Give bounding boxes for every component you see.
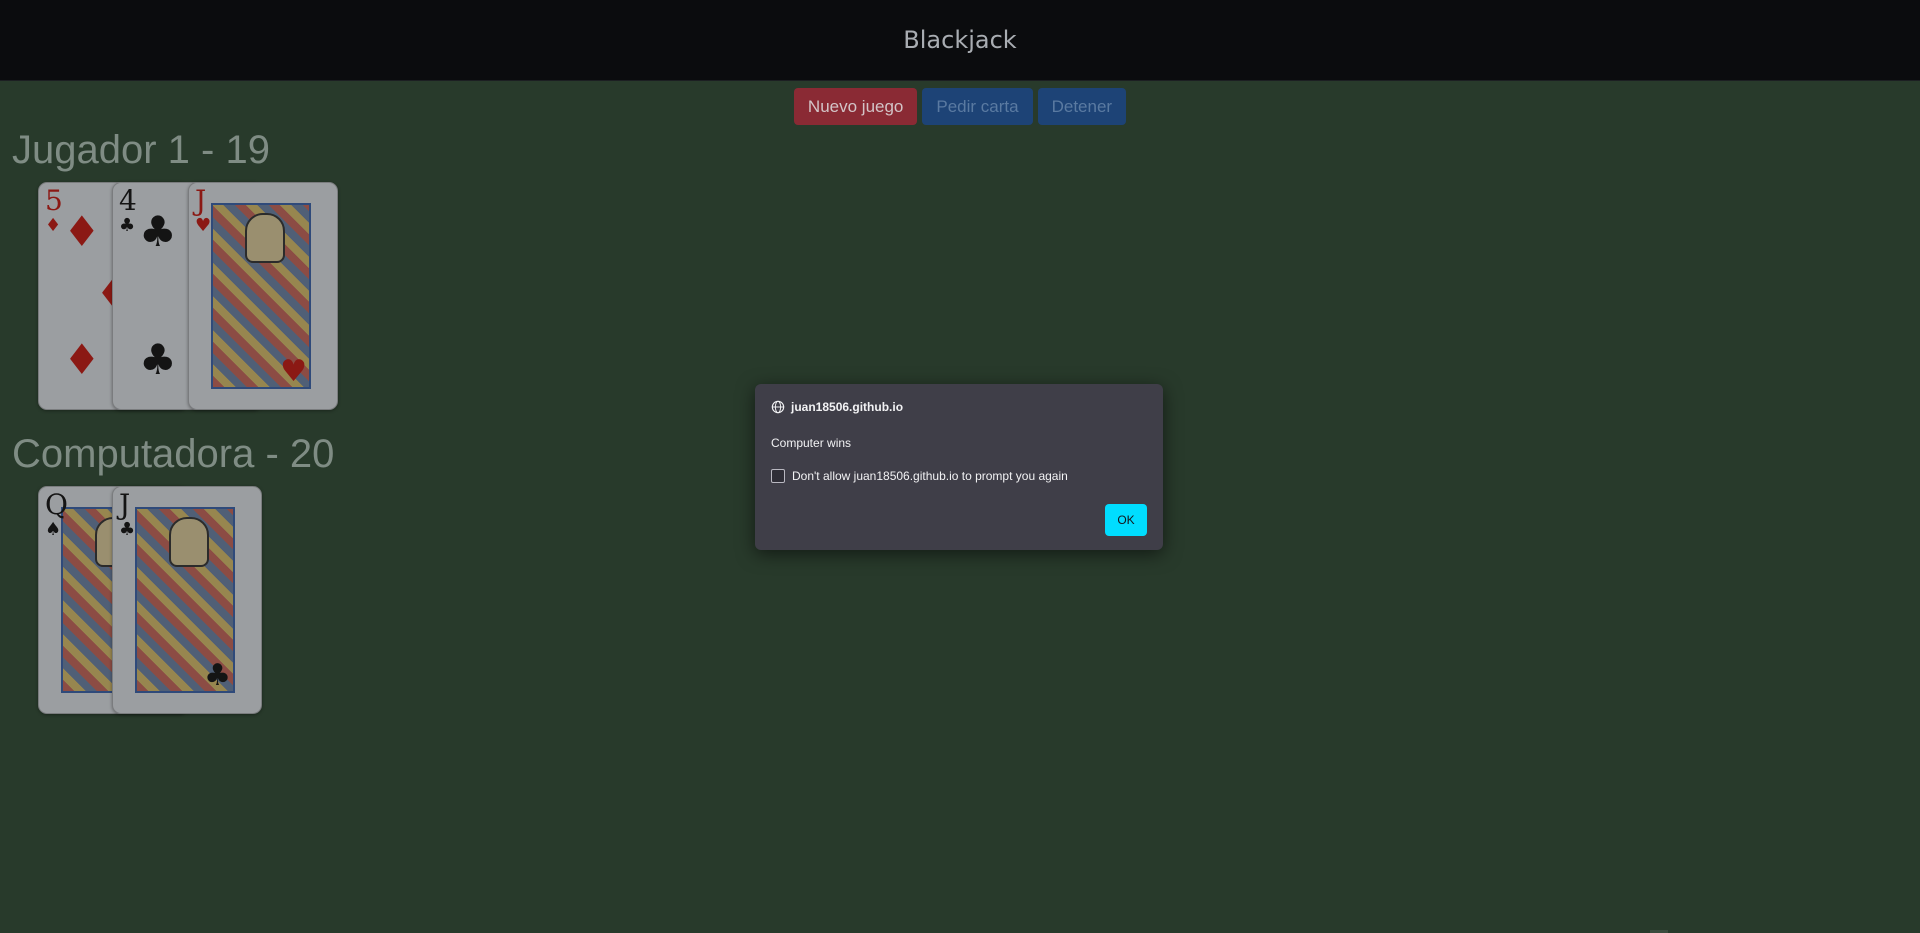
dialog-origin: juan18506.github.io (771, 400, 903, 414)
jack-face-artwork: ♥ (211, 203, 311, 389)
club-pip-icon: ♣ (204, 658, 231, 693)
jack-face-artwork: ♣ (135, 507, 235, 693)
card-rank: J (119, 488, 131, 521)
card-rank: 5 (45, 184, 63, 217)
alert-dialog: juan18506.github.io Computer wins Don't … (755, 384, 1163, 550)
crown-icon (245, 213, 285, 263)
card: ♥ J ♥ (188, 182, 338, 410)
dialog-origin-label: juan18506.github.io (791, 400, 904, 414)
crown-icon (169, 517, 209, 567)
game-controls: Nuevo juego Pedir carta Detener (0, 88, 1920, 125)
stand-button[interactable]: Detener (1037, 88, 1127, 125)
diamond-pip-icon: ♦ (63, 335, 101, 384)
club-pip-icon: ♣ (139, 207, 177, 256)
globe-icon (771, 400, 785, 414)
navbar: Blackjack (0, 0, 1920, 81)
computer-score-title: Computadora - 20 (12, 432, 335, 476)
suppress-prompts-checkbox[interactable] (771, 469, 785, 483)
club-pip-icon: ♣ (139, 335, 177, 384)
card-suit: ♦ (45, 215, 62, 236)
player-score-title: Jugador 1 - 19 (12, 128, 270, 172)
suppress-prompts-option[interactable]: Don't allow juan18506.github.io to promp… (771, 469, 1068, 483)
card: ♣ J ♣ (112, 486, 262, 714)
diamond-pip-icon: ♦ (63, 207, 101, 256)
card-rank: Q (45, 488, 68, 521)
card-rank: J (195, 184, 207, 217)
dialog-message: Computer wins (771, 436, 852, 450)
card-suit: ♣ (119, 519, 136, 540)
card-suit: ♠ (45, 519, 62, 540)
card-suit: ♥ (195, 215, 212, 236)
page-title: Blackjack (903, 26, 1017, 54)
ok-button[interactable]: OK (1105, 504, 1147, 536)
card-suit: ♣ (119, 215, 136, 236)
new-game-button[interactable]: Nuevo juego (793, 88, 918, 125)
hit-button[interactable]: Pedir carta (922, 88, 1033, 125)
suppress-prompts-label[interactable]: Don't allow juan18506.github.io to promp… (792, 469, 1068, 483)
heart-pip-icon: ♥ (280, 354, 307, 389)
card-rank: 4 (119, 184, 137, 217)
